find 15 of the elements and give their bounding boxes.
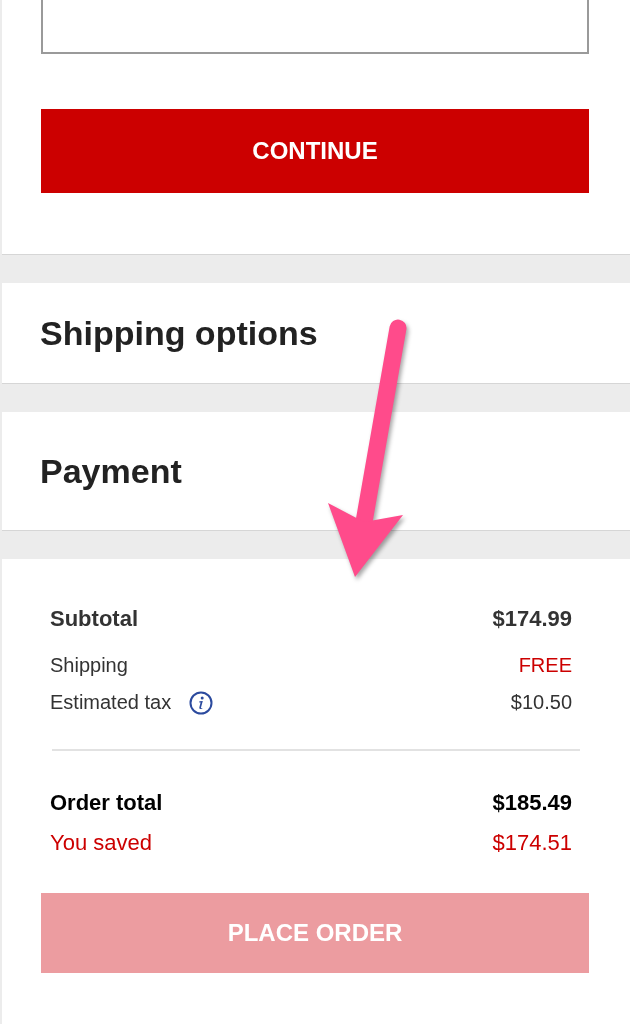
summary-label: Subtotal [50, 606, 138, 632]
input-field[interactable] [41, 0, 589, 54]
continue-button[interactable]: CONTINUE [41, 109, 589, 193]
info-icon[interactable] [189, 690, 214, 715]
section-heading[interactable]: Payment [40, 451, 182, 491]
summary-value: $10.50 [510, 691, 572, 714]
section-heading[interactable]: Shipping options [40, 313, 318, 353]
summary-value: FREE [518, 654, 572, 677]
summary-label: Shipping [50, 654, 128, 677]
summary-label: Estimated tax [50, 691, 172, 714]
summary-label: Order total [50, 790, 163, 816]
summary-value: $185.49 [492, 790, 572, 816]
summary-label: You saved [50, 830, 152, 856]
summary-value: $174.99 [492, 606, 572, 632]
summary-value: $174.51 [492, 830, 572, 856]
